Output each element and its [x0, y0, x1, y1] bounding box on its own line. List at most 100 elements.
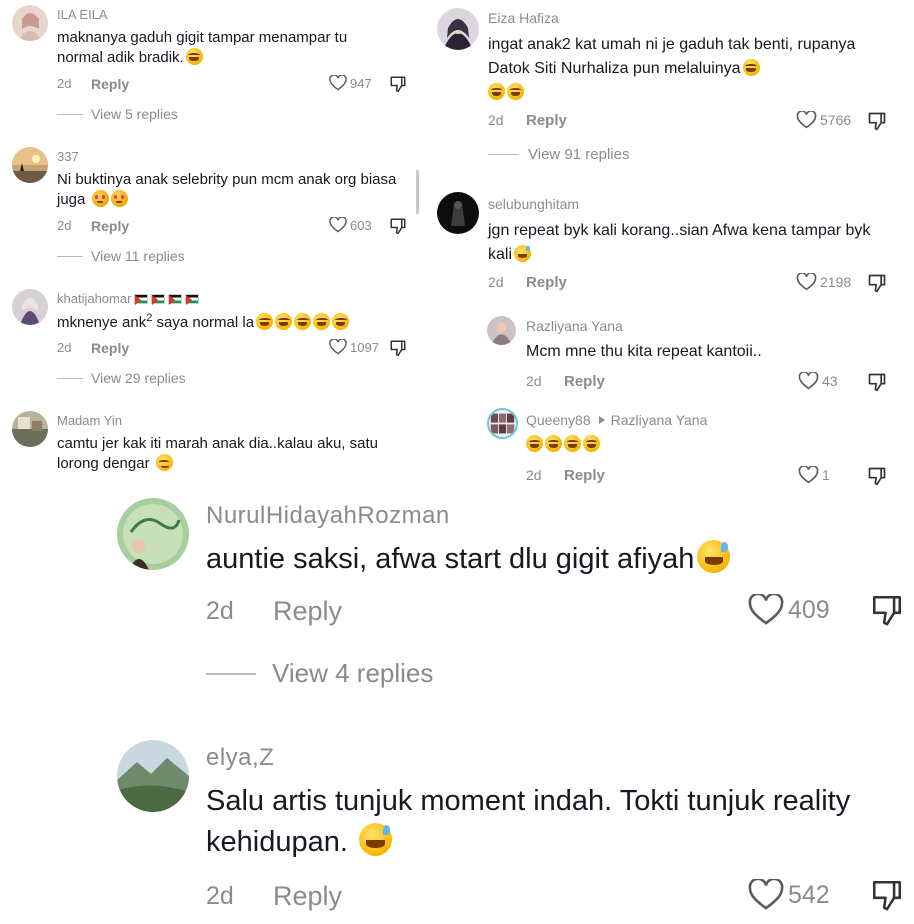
avatar[interactable]: [12, 289, 48, 325]
comment-item: elya,Z Salu artis tunjuk moment indah. T…: [0, 736, 914, 924]
like-button[interactable]: 2198: [796, 273, 851, 291]
heart-icon: [748, 879, 784, 910]
comment-text: auntie saksi, afwa start dlu gigit afiya…: [206, 539, 896, 580]
like-count: 542: [788, 880, 830, 909]
like-count: 603: [350, 217, 372, 233]
woozy-emoji-icon: [155, 454, 173, 472]
reply-button[interactable]: Reply: [91, 76, 129, 92]
avatar[interactable]: [12, 5, 48, 41]
heart-icon: [796, 111, 817, 129]
like-button[interactable]: 947: [329, 75, 372, 91]
like-button[interactable]: 542: [748, 879, 830, 911]
comment-text: Ni buktinya anak selebrity pun mcm anak …: [57, 171, 397, 209]
dislike-button[interactable]: [389, 339, 407, 360]
comment-date: 2d: [206, 882, 234, 910]
comment-username[interactable]: selubunghitam: [488, 196, 579, 212]
reply-button[interactable]: Reply: [273, 881, 342, 912]
reply-date: 2d: [526, 467, 542, 483]
comment-username[interactable]: Eiza Hafiza: [488, 10, 559, 26]
like-button[interactable]: 5766: [796, 111, 851, 129]
joy-emoji-icon: [545, 435, 562, 452]
like-count: 2198: [820, 274, 852, 290]
reply-button[interactable]: Reply: [526, 274, 567, 291]
avatar[interactable]: [437, 8, 479, 50]
avatar[interactable]: [12, 411, 48, 447]
comment-username[interactable]: 337: [57, 149, 79, 164]
joy-emoji-icon: [294, 313, 312, 330]
like-count: 43: [822, 373, 838, 389]
comment-text: jgn repeat byk kali korang..sian Afwa ke…: [488, 222, 871, 263]
joy-emoji-icon: [185, 48, 203, 66]
joy-emoji-icon: [742, 59, 760, 76]
comment-item: Madam Yin camtu jer kak iti marah anak d…: [0, 406, 425, 482]
comment-date: 2d: [488, 274, 504, 290]
palestine-flag-icon: [151, 294, 166, 305]
smiling-hearts-emoji-icon: [91, 190, 109, 208]
dislike-icon: [390, 218, 406, 235]
reply-button[interactable]: Reply: [91, 340, 129, 356]
like-button[interactable]: 43: [798, 372, 838, 390]
comment-username[interactable]: elya,Z: [206, 744, 274, 772]
comment-item: 337 Ni buktinya anak selebrity pun mcm a…: [0, 142, 425, 272]
dislike-icon: [868, 373, 886, 392]
joy-emoji-icon: [332, 313, 350, 330]
joy-emoji-icon: [526, 435, 543, 452]
dislike-button[interactable]: [389, 75, 407, 96]
reply-button[interactable]: Reply: [526, 112, 567, 129]
dislike-button[interactable]: [870, 593, 904, 634]
like-button[interactable]: 603: [329, 217, 372, 233]
avatar[interactable]: [117, 498, 189, 570]
reply-button[interactable]: Reply: [564, 373, 605, 390]
comment-text: mknenye ank2 saya normal la: [57, 311, 402, 333]
reply-text: [526, 434, 886, 456]
dislike-icon: [868, 274, 886, 293]
joy-emoji-icon: [275, 313, 293, 330]
dislike-button[interactable]: [867, 273, 887, 296]
joy-emoji-icon: [256, 313, 274, 330]
like-button[interactable]: 409: [748, 594, 830, 626]
view-replies-button[interactable]: View 4 replies: [206, 658, 433, 689]
view-replies-button[interactable]: View 11 replies: [57, 248, 185, 264]
view-replies-button[interactable]: View 5 replies: [57, 106, 178, 122]
reply-username[interactable]: Queeny88 Razliyana Yana: [526, 412, 707, 428]
comment-username[interactable]: Madam Yin: [57, 413, 122, 428]
reply-text: Mcm mne thu kita repeat kantoii..: [526, 343, 762, 360]
reply-username[interactable]: Razliyana Yana: [526, 318, 623, 334]
heart-icon: [329, 217, 347, 233]
dislike-button[interactable]: [867, 372, 887, 395]
comment-username[interactable]: ILA EILA: [57, 7, 108, 22]
heart-icon: [329, 75, 347, 91]
avatar[interactable]: [117, 740, 189, 812]
avatar[interactable]: [12, 147, 48, 183]
like-count: 947: [350, 75, 372, 91]
reply-button[interactable]: Reply: [273, 596, 342, 627]
comment-item: Eiza Hafiza ingat anak2 kat umah ni je g…: [425, 0, 914, 180]
reply-button[interactable]: Reply: [91, 218, 129, 234]
like-count: 5766: [820, 112, 852, 128]
comment-text: ingat anak2 kat umah ni je gaduh tak ben…: [488, 33, 898, 105]
dislike-icon: [390, 340, 406, 357]
reply-item: Razliyana Yana Mcm mne thu kita repeat k…: [425, 310, 914, 400]
comment-item: selubunghitam jgn repeat byk kali korang…: [425, 186, 914, 306]
avatar[interactable]: [487, 408, 518, 439]
like-count: 409: [788, 595, 830, 624]
comment-item: khatijahomar mknenye ank2 saya normal la…: [0, 284, 425, 394]
dislike-icon: [872, 595, 902, 626]
comment-username[interactable]: NurulHidayahRozman: [206, 502, 450, 530]
dislike-button[interactable]: [389, 217, 407, 238]
reply-date: 2d: [526, 373, 542, 389]
avatar[interactable]: [437, 192, 479, 234]
left-comment-panel: ILA EILA maknanya gaduh gigit tampar men…: [0, 0, 425, 482]
joy-emoji-icon: [583, 435, 600, 452]
dislike-button[interactable]: [867, 111, 887, 134]
avatar[interactable]: [487, 316, 516, 345]
like-button[interactable]: 1097: [329, 339, 379, 355]
view-replies-button[interactable]: View 29 replies: [57, 370, 186, 386]
scrollbar[interactable]: [416, 170, 419, 214]
heart-icon: [798, 372, 819, 390]
view-replies-button[interactable]: View 91 replies: [488, 146, 629, 163]
comment-date: 2d: [488, 112, 504, 128]
comment-username[interactable]: khatijahomar: [57, 291, 200, 306]
reply-to-arrow-icon: [598, 416, 605, 424]
dislike-button[interactable]: [870, 878, 904, 919]
